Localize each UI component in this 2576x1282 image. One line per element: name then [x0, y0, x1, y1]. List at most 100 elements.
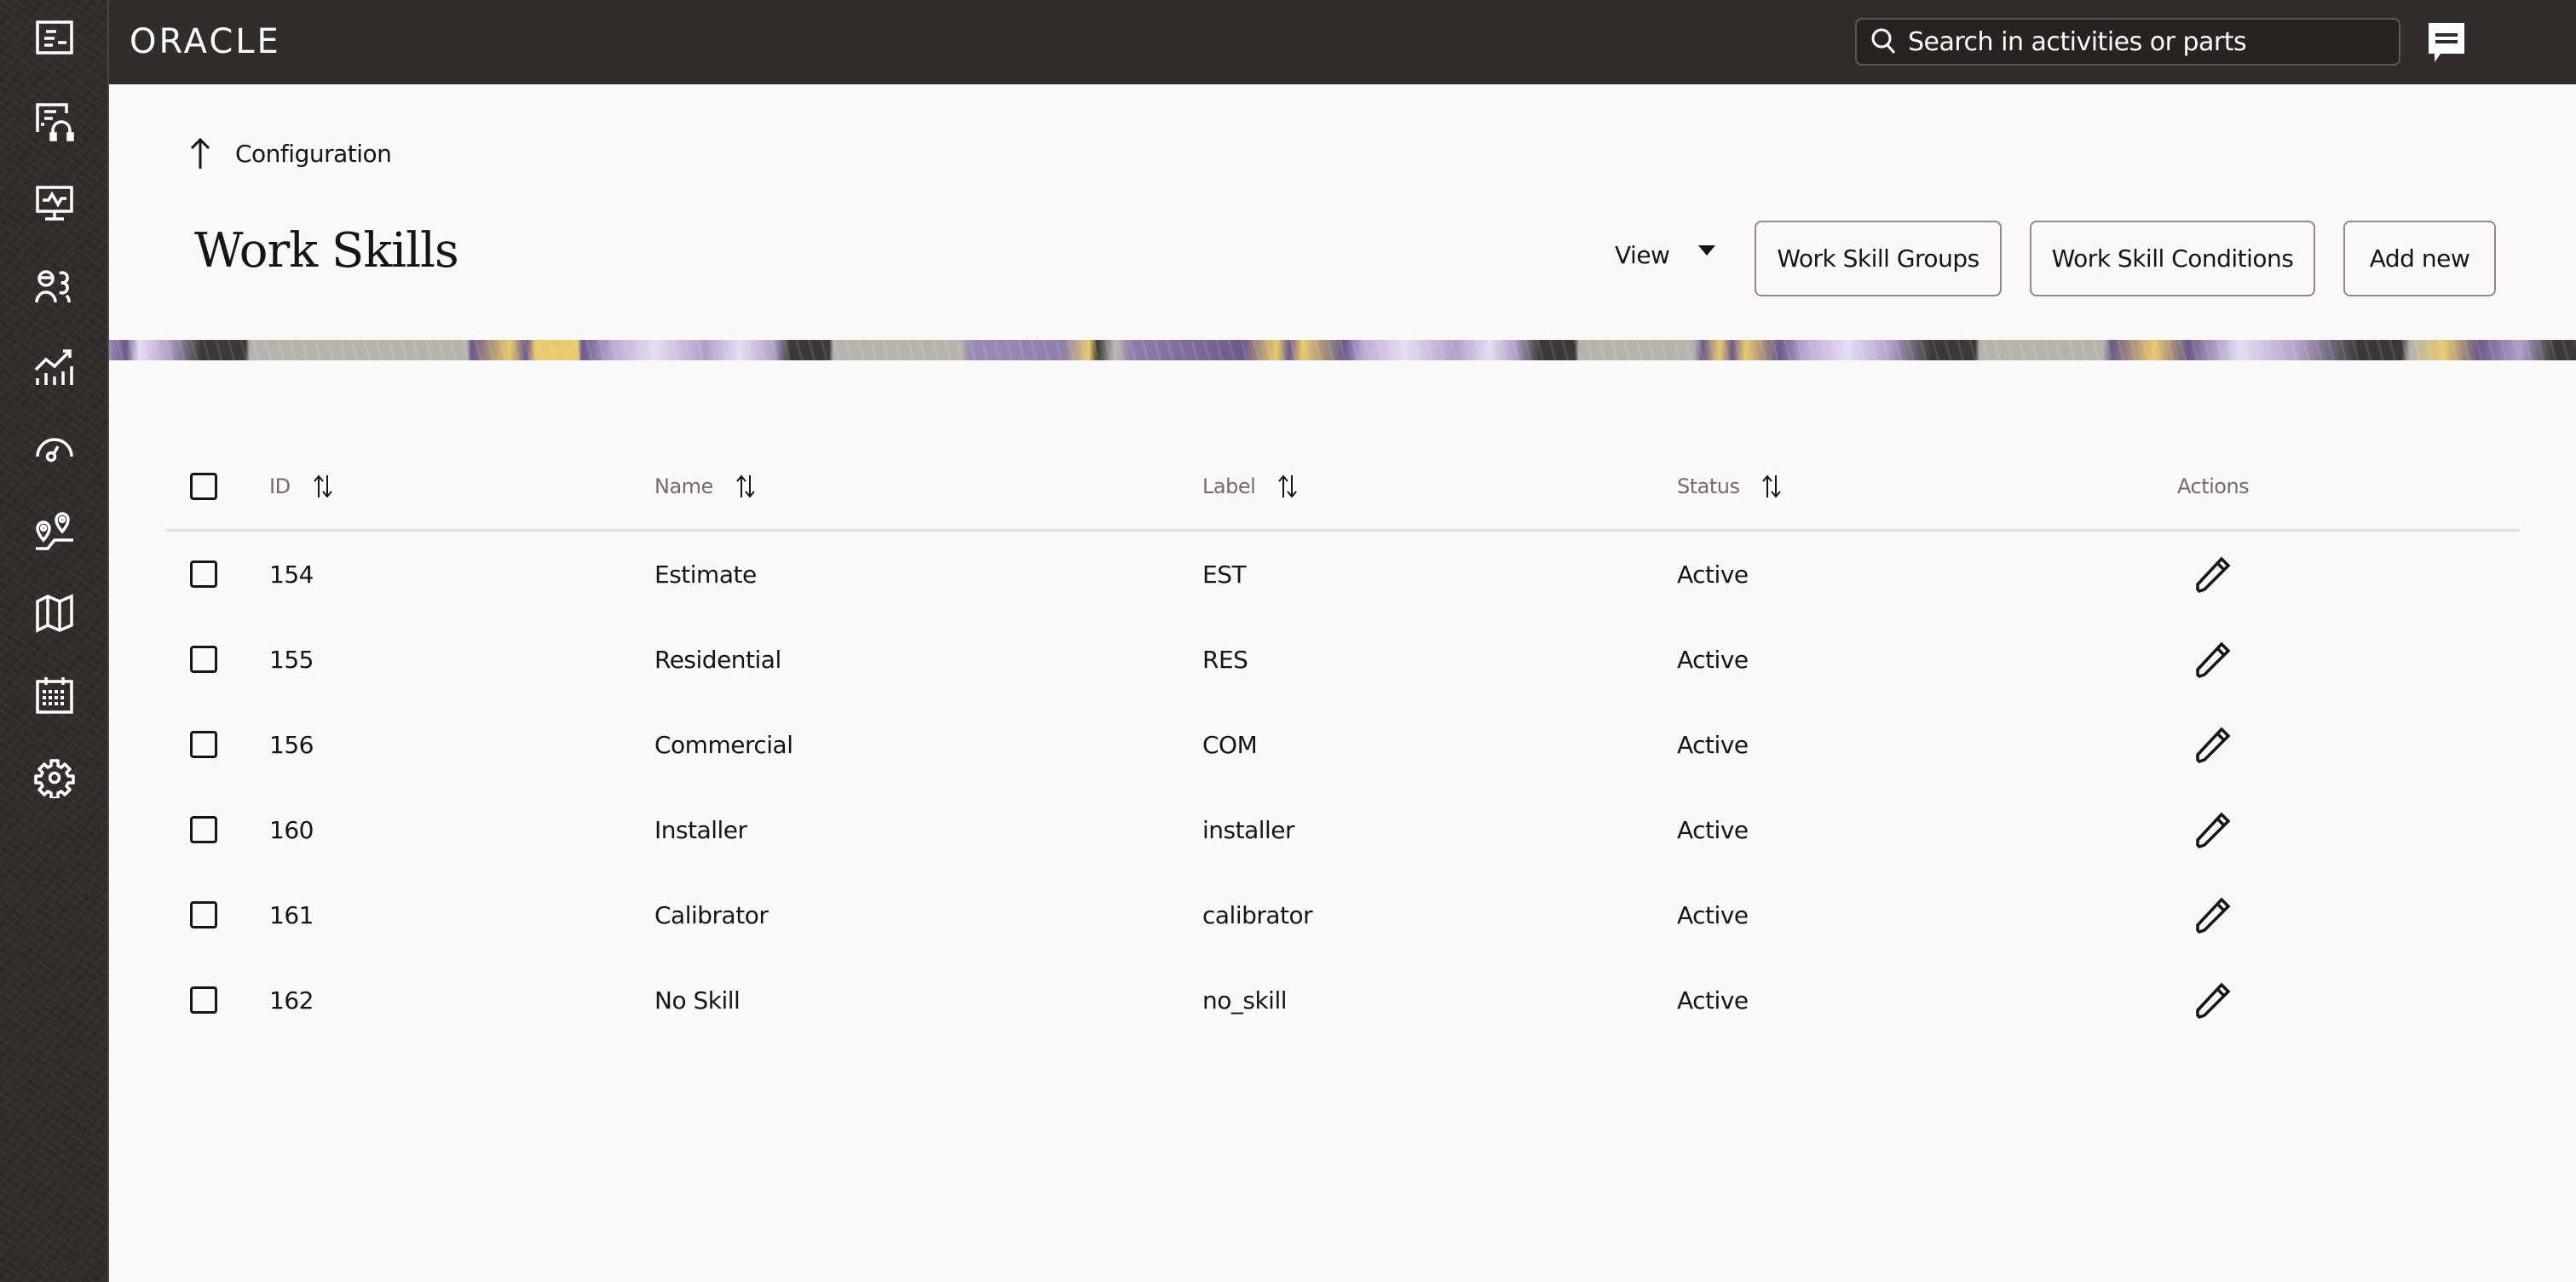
- nav-activity-support[interactable]: [0, 81, 109, 163]
- decorative-banner: [109, 340, 2576, 360]
- sort-status-icon[interactable]: [1761, 474, 1782, 499]
- row-checkbox[interactable]: [190, 646, 217, 673]
- table-row: 161 Calibrator calibrator Active: [166, 872, 2520, 957]
- chat-bubble-icon: [2429, 23, 2464, 62]
- row-id: 160: [269, 815, 314, 844]
- row-name: Commercial: [654, 730, 793, 759]
- edit-button[interactable]: [2193, 894, 2233, 935]
- routing-locations-icon: [36, 512, 73, 550]
- row-status: Active: [1677, 730, 1749, 759]
- row-label: no_skill: [1202, 986, 1288, 1015]
- page-title: Work Skills: [194, 223, 459, 279]
- caret-down-icon: [1698, 244, 1716, 256]
- pencil-edit-icon: [2196, 982, 2231, 1019]
- monitor-dashboard-icon: [36, 186, 73, 221]
- edit-button[interactable]: [2193, 554, 2233, 595]
- table-row: 160 Installer installer Active: [166, 787, 2520, 872]
- pencil-edit-icon: [2196, 897, 2231, 934]
- pencil-edit-icon: [2196, 556, 2231, 593]
- sort-id-icon[interactable]: [313, 474, 333, 499]
- row-checkbox[interactable]: [190, 816, 217, 843]
- settings-gear-icon: [34, 759, 75, 798]
- row-id: 154: [269, 560, 314, 589]
- column-header-name: Name: [654, 474, 713, 498]
- row-label: installer: [1202, 815, 1295, 844]
- row-status: Active: [1677, 815, 1749, 844]
- row-id: 155: [269, 645, 314, 674]
- nav-monitor[interactable]: [0, 163, 109, 244]
- map-icon: [36, 594, 73, 633]
- row-id: 156: [269, 730, 314, 759]
- edit-button[interactable]: [2193, 724, 2233, 765]
- view-menu-label: View: [1615, 241, 1670, 269]
- top-bar: ORACLE A: [109, 0, 2576, 84]
- table-body: 154 Estimate EST Active 155 Residential …: [166, 532, 2520, 1043]
- search-input[interactable]: [1908, 26, 2385, 57]
- work-skill-groups-button[interactable]: Work Skill Groups: [1755, 221, 2002, 296]
- edit-button[interactable]: [2193, 639, 2233, 680]
- resources-people-icon: [35, 270, 71, 303]
- nav-rail: [0, 0, 109, 1282]
- row-name: No Skill: [654, 986, 741, 1015]
- row-label: EST: [1202, 560, 1247, 589]
- pencil-edit-icon: [2196, 727, 2231, 763]
- nav-resources[interactable]: [0, 244, 109, 326]
- row-status: Active: [1677, 645, 1749, 674]
- sort-name-icon[interactable]: [735, 474, 756, 499]
- breadcrumb-label: Configuration: [235, 139, 392, 168]
- nav-gauge[interactable]: [0, 409, 109, 491]
- table-row: 155 Residential RES Active: [166, 617, 2520, 702]
- arrow-up-icon: [190, 137, 210, 169]
- activity-support-icon: [36, 103, 74, 141]
- oracle-logo[interactable]: ORACLE: [130, 24, 343, 58]
- nav-routing[interactable]: [0, 491, 109, 572]
- column-header-actions: Actions: [2177, 474, 2250, 498]
- breadcrumb-back-link[interactable]: Configuration: [187, 136, 392, 170]
- table-header: ID Name Label Status Actions: [166, 443, 2520, 532]
- column-header-id: ID: [269, 474, 291, 498]
- gauge-speedometer-icon: [36, 438, 73, 463]
- row-checkbox[interactable]: [190, 561, 217, 588]
- pencil-edit-icon: [2196, 812, 2231, 848]
- row-id: 161: [269, 900, 314, 929]
- dispatch-console-icon: [36, 20, 73, 55]
- row-name: Residential: [654, 645, 781, 674]
- sort-label-icon[interactable]: [1277, 474, 1298, 499]
- oracle-logo-text: ORACLE: [130, 24, 281, 58]
- row-status: Active: [1677, 560, 1749, 589]
- table-row: 156 Commercial COM Active: [166, 702, 2520, 787]
- nav-settings[interactable]: [0, 737, 109, 819]
- column-header-status: Status: [1677, 474, 1740, 498]
- reports-analytics-icon: [34, 349, 73, 385]
- column-header-label: Label: [1202, 474, 1256, 498]
- add-new-button[interactable]: Add new: [2343, 221, 2496, 296]
- row-status: Active: [1677, 900, 1749, 929]
- row-name: Installer: [654, 815, 747, 844]
- row-label: RES: [1202, 645, 1248, 674]
- search-icon: [1871, 28, 1896, 54]
- row-id: 162: [269, 986, 314, 1015]
- table-row: 162 No Skill no_skill Active: [166, 957, 2520, 1043]
- table-row: 154 Estimate EST Active: [166, 532, 2520, 617]
- select-all-checkbox[interactable]: [190, 472, 217, 500]
- row-checkbox[interactable]: [190, 986, 217, 1014]
- nav-map[interactable]: [0, 572, 109, 654]
- calendar-icon: [36, 677, 73, 714]
- edit-button[interactable]: [2193, 809, 2233, 850]
- row-label: calibrator: [1202, 900, 1313, 929]
- row-name: Estimate: [654, 560, 757, 589]
- row-name: Calibrator: [654, 900, 769, 929]
- row-status: Active: [1677, 986, 1749, 1015]
- view-menu-button[interactable]: View: [1615, 241, 1716, 269]
- row-checkbox[interactable]: [190, 731, 217, 758]
- work-skill-conditions-button[interactable]: Work Skill Conditions: [2030, 221, 2315, 296]
- search-box[interactable]: [1855, 18, 2400, 66]
- nav-dispatch-console[interactable]: [0, 0, 109, 78]
- work-skills-table: ID Name Label Status Actions 154 Estimat…: [166, 443, 2520, 1043]
- nav-calendar[interactable]: [0, 654, 109, 736]
- chat-button[interactable]: [2420, 19, 2473, 66]
- edit-button[interactable]: [2193, 980, 2233, 1020]
- pencil-edit-icon: [2196, 641, 2231, 678]
- row-checkbox[interactable]: [190, 901, 217, 928]
- nav-reports[interactable]: [0, 327, 109, 409]
